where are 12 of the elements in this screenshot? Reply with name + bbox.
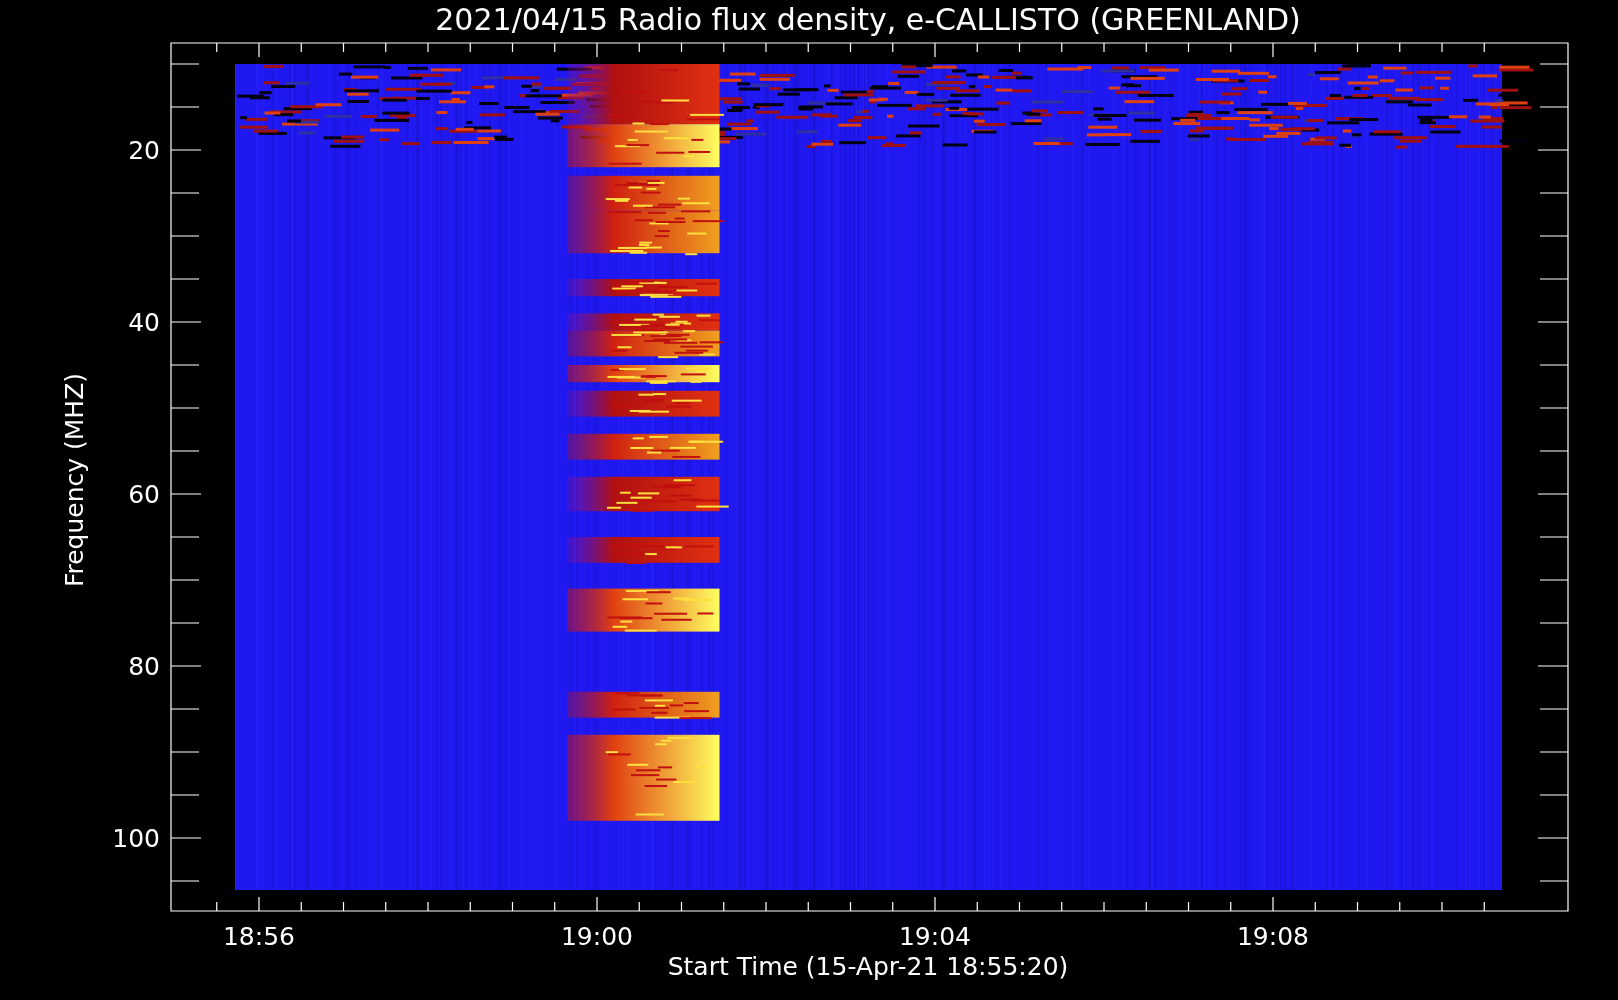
y-axis-label: Frequency (MHZ) [60, 372, 89, 588]
y-tick-label: 20 [128, 136, 160, 165]
x-tick-label: 18:56 [223, 922, 295, 951]
x-axis-label: Start Time (15-Apr-21 18:55:20) [667, 952, 1069, 981]
y-tick-label: 40 [128, 308, 160, 337]
x-tick-label: 19:08 [1237, 922, 1309, 951]
chart-title: 2021/04/15 Radio flux density, e-CALLISTO (GREENLAND) [435, 2, 1301, 37]
y-tick-label: 60 [128, 480, 160, 509]
x-tick-label: 19:00 [561, 922, 633, 951]
y-tick-label: 100 [112, 824, 160, 853]
y-tick-label: 80 [128, 652, 160, 681]
x-tick-label: 19:04 [899, 922, 971, 951]
